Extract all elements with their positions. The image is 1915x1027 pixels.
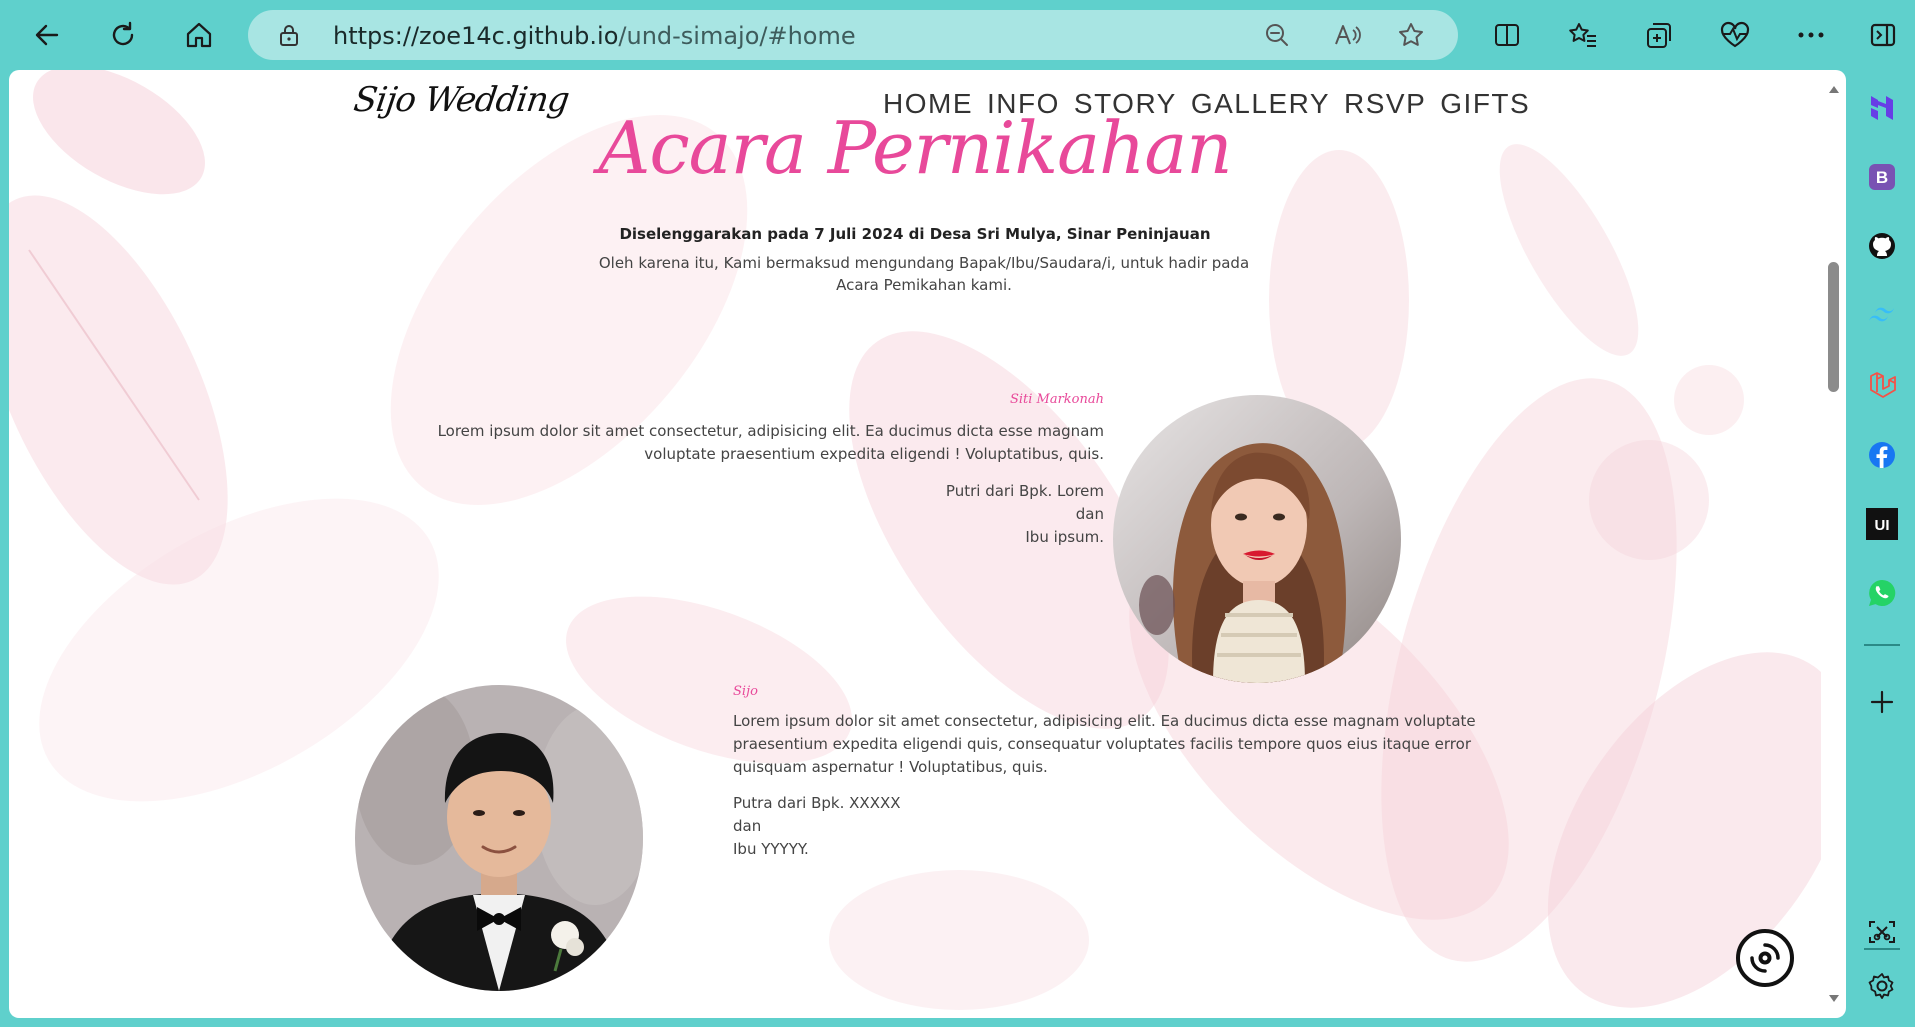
bride-description: Lorem ipsum dolor sit amet consectetur, … (437, 422, 1104, 463)
page-scrollbar[interactable] (1821, 70, 1846, 1018)
favorites-icon[interactable] (1560, 12, 1606, 58)
browser-toolbar: https://zoe14c.github.io/und-simajo/#hom… (0, 0, 1915, 70)
tailwind-icon[interactable] (1860, 294, 1904, 338)
more-icon[interactable] (1788, 12, 1834, 58)
sidebar-toggle-icon[interactable] (1860, 12, 1906, 58)
groom-photo (355, 685, 643, 991)
groom-parent-line: Ibu YYYYY. (733, 840, 809, 858)
ui-badge: UI (1875, 517, 1890, 534)
groom-name: Sijo (733, 684, 758, 699)
groom-parent-line: dan (733, 817, 762, 835)
github-icon[interactable] (1860, 224, 1904, 268)
hostinger-icon[interactable] (1860, 86, 1904, 130)
back-icon[interactable] (24, 12, 70, 58)
groom-description: Lorem ipsum dolor sit amet consectetur, … (733, 712, 1476, 776)
address-bar[interactable]: https://zoe14c.github.io/und-simajo/#hom… (248, 10, 1458, 60)
add-icon[interactable] (1860, 680, 1904, 724)
scroll-down-icon[interactable] (1827, 992, 1841, 1006)
event-details: Diselenggarakan pada 7 Juli 2024 di Desa… (619, 225, 1211, 243)
bootstrap-icon[interactable]: B (1860, 155, 1904, 199)
performance-icon[interactable] (1712, 12, 1758, 58)
page-content: Sijo Wedding HOME INFO STORY GALLERY RSV… (9, 70, 1821, 1018)
scroll-thumb[interactable] (1828, 262, 1839, 392)
refresh-icon[interactable] (100, 12, 146, 58)
ui-icon[interactable]: UI (1860, 502, 1904, 546)
bride-photo (1113, 395, 1401, 683)
read-aloud-icon[interactable] (1333, 21, 1361, 49)
favorite-star-icon[interactable] (1397, 21, 1425, 49)
bride-parents: Putri dari Bpk. Lorem dan Ibu ipsum. (809, 480, 1104, 549)
url-path: /und-simajo/#home (618, 22, 856, 50)
zoom-out-icon[interactable] (1263, 21, 1291, 49)
music-toggle-button[interactable] (1736, 929, 1794, 987)
split-screen-icon[interactable] (1484, 12, 1530, 58)
groom-parent-line: Putra dari Bpk. XXXXX (733, 794, 901, 812)
bootstrap-badge: B (1876, 168, 1888, 187)
whatsapp-icon[interactable] (1860, 571, 1904, 615)
bride-parent-line: Putri dari Bpk. Lorem (945, 482, 1104, 500)
bride-parent-line: dan (1075, 505, 1104, 523)
laravel-icon[interactable] (1860, 363, 1904, 407)
browser-sidebar: B UI (1848, 70, 1915, 1027)
collections-icon[interactable] (1636, 12, 1682, 58)
lock-icon[interactable] (278, 23, 300, 52)
bride-name: Siti Markonah (1009, 392, 1104, 407)
settings-icon[interactable] (1860, 964, 1904, 1008)
home-icon[interactable] (176, 12, 222, 58)
url-host: https://zoe14c.github.io (333, 22, 619, 50)
sidebar-divider (1864, 644, 1900, 646)
invitation-text: Oleh karena itu, Kami bermaksud mengunda… (598, 254, 1250, 294)
audio-disc-icon (1750, 943, 1780, 973)
groom-parents: Putra dari Bpk. XXXXX dan Ibu YYYYY. (733, 792, 1033, 861)
page-title: Acara Pernikahan (598, 106, 1232, 190)
sidebar-divider (1864, 948, 1900, 950)
url-text[interactable]: https://zoe14c.github.io/und-simajo/#hom… (333, 22, 856, 50)
scroll-up-icon[interactable] (1827, 82, 1841, 96)
bride-parent-line: Ibu ipsum. (1025, 528, 1104, 546)
page-viewport: Sijo Wedding HOME INFO STORY GALLERY RSV… (9, 70, 1846, 1018)
facebook-icon[interactable] (1860, 433, 1904, 477)
